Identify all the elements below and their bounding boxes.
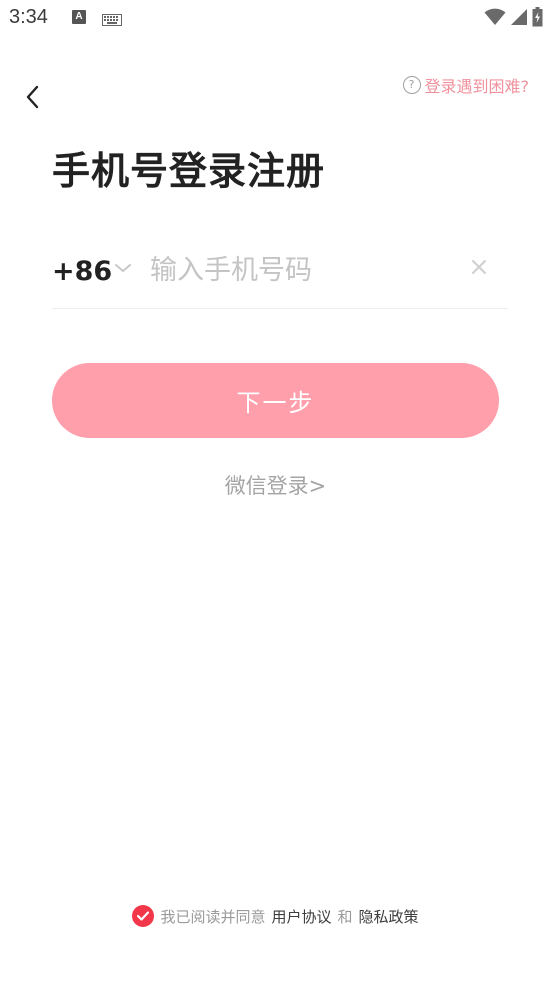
agreement-row: 我已阅读并同意 用户协议 和 隐私政策 [0,905,551,927]
login-screen: 3:34 A ? 登录遇到困难? 手机号登录注册 +86 输入手机号码 下一步 … [0,0,551,981]
text-input-notification-icon: A [72,10,86,24]
page-title: 手机号登录注册 [52,149,326,193]
wechat-login-link[interactable]: 微信登录> [0,470,551,500]
next-step-button[interactable]: 下一步 [52,363,499,438]
status-bar: 3:34 A [0,0,551,38]
user-agreement-link[interactable]: 用户协议 [271,906,331,927]
keyboard-icon [102,11,122,30]
phone-input-row: +86 [52,244,508,309]
login-trouble-label: 登录遇到困难? [424,77,530,96]
signal-icon [510,8,528,30]
agreement-prefix: 我已阅读并同意 [160,907,266,926]
clear-icon[interactable] [470,258,488,276]
agreement-and: 和 [337,907,353,926]
help-circle-icon: ? [402,76,421,94]
battery-icon [532,7,543,31]
agreement-check-icon[interactable] [132,905,155,927]
phone-number-input[interactable] [150,248,450,292]
wifi-icon [484,8,506,30]
back-button[interactable] [20,82,48,112]
status-time: 3:34 [9,6,48,28]
back-chevron-icon [26,85,39,109]
status-icons [484,7,543,31]
country-code-selector[interactable]: +86 [52,256,112,287]
chevron-down-icon[interactable] [113,260,133,279]
login-trouble-link[interactable]: ? 登录遇到困难? [402,73,530,97]
privacy-policy-link[interactable]: 隐私政策 [359,906,419,927]
